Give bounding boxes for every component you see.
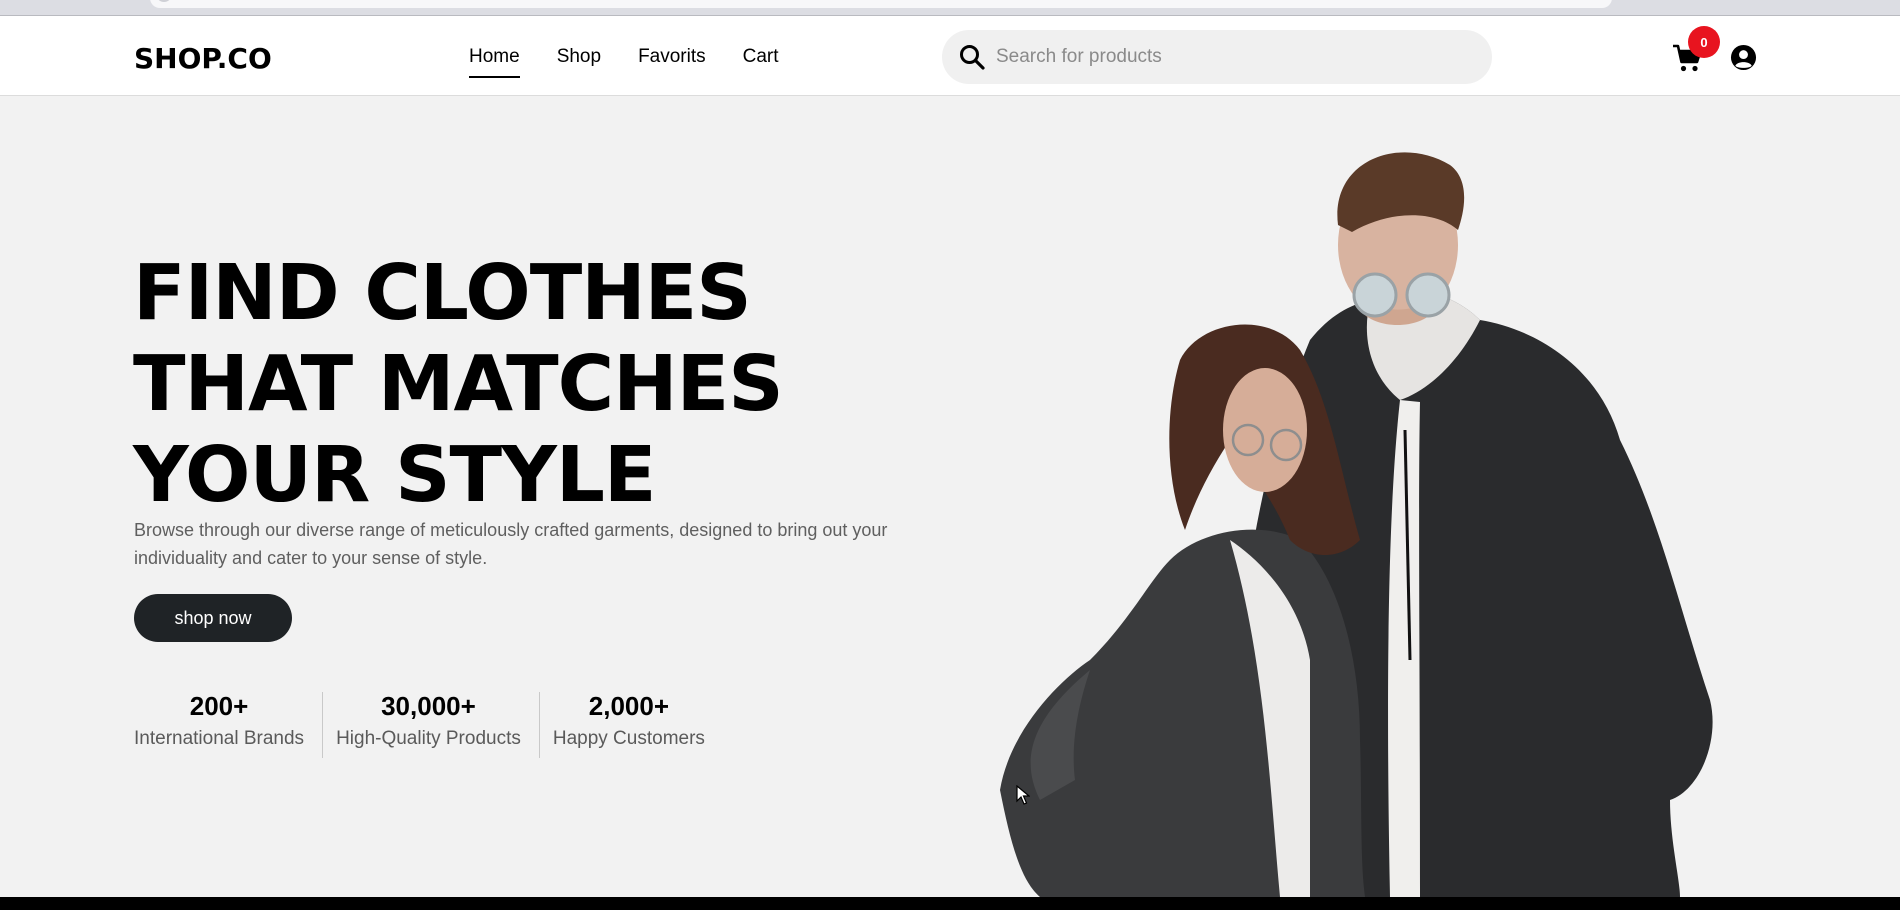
hero-description: Browse through our diverse range of meti… (134, 520, 888, 568)
search-input[interactable] (996, 30, 1476, 84)
nav-cart-link[interactable]: Cart (743, 46, 779, 78)
stat-divider (538, 692, 540, 758)
site-logo[interactable]: SHOP.CO (134, 42, 272, 75)
stats-row: 200+ International Brands 30,000+ High-Q… (134, 690, 705, 758)
bottom-black-bar (0, 897, 1900, 910)
nav-home-link[interactable]: Home (469, 46, 520, 78)
hero-headline-line: YOUR STYLE (133, 431, 656, 520)
stat-label: High-Quality Products (336, 728, 521, 749)
hero-models-image (1000, 152, 1713, 897)
stat-customers: 2,000+ Happy Customers (553, 690, 705, 758)
navbar: SHOP.CO Home Shop Favorits Cart 0 (0, 16, 1900, 96)
nav-favorites-link[interactable]: Favorits (638, 46, 706, 78)
mouse-cursor-icon (1016, 785, 1030, 805)
main-nav: Home Shop Favorits Cart (469, 46, 779, 78)
cart-count-badge: 0 (1688, 26, 1720, 58)
search-icon (960, 45, 985, 70)
stat-label: International Brands (134, 728, 305, 749)
browser-top-strip (0, 0, 1900, 16)
stat-value: 2,000+ (588, 691, 670, 721)
browser-address-bar[interactable] (150, 0, 1612, 8)
stat-divider (322, 692, 324, 758)
stat-products: 30,000+ High-Quality Products (336, 690, 521, 758)
stat-value: 200+ (189, 691, 249, 721)
shop-now-button[interactable]: shop now (134, 594, 292, 642)
nav-shop-link[interactable]: Shop (557, 46, 601, 78)
stat-value: 30,000+ (381, 691, 476, 721)
hero-headline: FIND CLOTHES THAT MATCHES YOUR STYLE (133, 248, 784, 521)
stat-brands: 200+ International Brands (134, 690, 304, 758)
stat-label: Happy Customers (552, 728, 705, 749)
hero-headline-line: FIND CLOTHES (133, 249, 752, 338)
hero-headline-line: THAT MATCHES (133, 340, 784, 429)
user-circle-icon[interactable] (1730, 44, 1757, 71)
search-bar[interactable] (942, 30, 1492, 84)
